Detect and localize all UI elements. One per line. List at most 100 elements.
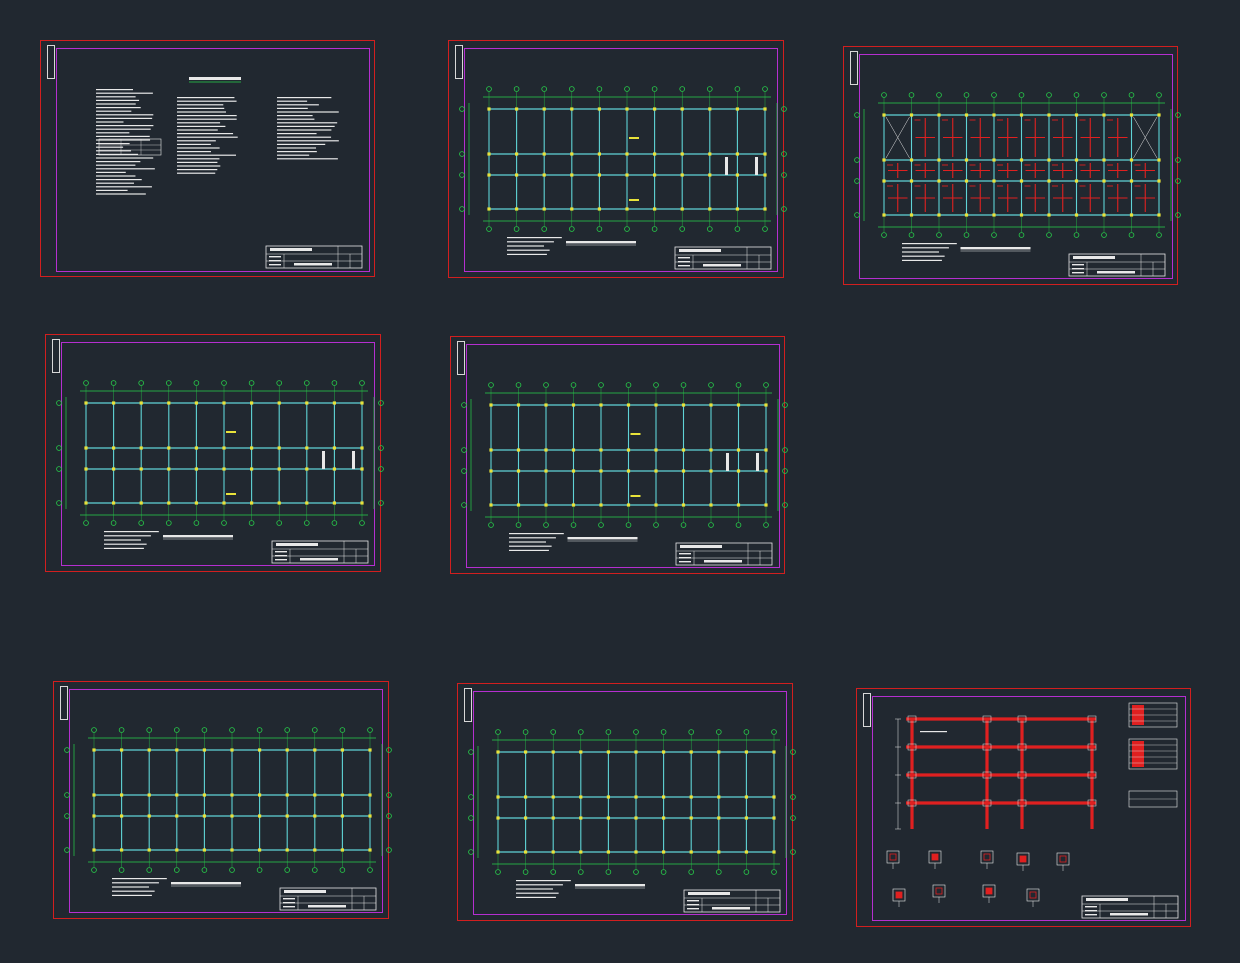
axis-bubble (854, 157, 860, 163)
axis-bubble (1128, 232, 1135, 238)
note-line (96, 186, 152, 188)
note-line (96, 193, 146, 195)
axis-bubble (221, 520, 227, 526)
column (709, 403, 713, 407)
drawing-sheet-plan-7[interactable] (457, 683, 796, 921)
note-line (277, 140, 339, 142)
column (139, 446, 143, 450)
axis-bubble (83, 520, 89, 526)
note-line (96, 182, 134, 184)
axis-bubble (248, 380, 255, 386)
column (1074, 158, 1079, 162)
column (764, 469, 768, 473)
axis-bubble (513, 86, 520, 92)
axis-bubble (1046, 92, 1052, 98)
column (222, 446, 226, 450)
column (167, 446, 171, 450)
column (882, 213, 886, 217)
drawing-sheet-notes[interactable] (40, 40, 375, 277)
column (606, 750, 610, 754)
drawing-sheet-plan-2[interactable] (448, 40, 787, 278)
column (120, 814, 124, 818)
column (194, 467, 198, 471)
drawing-sheet-plan-3[interactable] (843, 46, 1181, 285)
axis-bubble (708, 522, 714, 528)
axis-bubble (688, 869, 695, 875)
column (515, 207, 519, 211)
axis-bubble (229, 867, 235, 873)
column (882, 113, 886, 117)
column (222, 467, 226, 471)
column (516, 503, 521, 507)
column (937, 213, 941, 217)
note-line (112, 890, 155, 892)
drawing-sheet-plan-5[interactable] (450, 336, 788, 574)
column (570, 207, 574, 211)
axis-bubble (688, 729, 695, 735)
column (708, 173, 712, 177)
column (599, 448, 603, 452)
axis-bubble (118, 867, 125, 873)
axis-bubble (378, 466, 384, 472)
column (689, 816, 693, 820)
title-block-name (680, 545, 722, 548)
drawing-sheet-plan-4[interactable] (45, 334, 384, 572)
column (551, 795, 555, 799)
column (653, 207, 657, 211)
axis-bubble (991, 232, 997, 238)
column (992, 113, 996, 117)
note-line (96, 150, 132, 152)
note-line (96, 139, 151, 141)
column (230, 814, 234, 818)
axis-bubble (1073, 232, 1080, 238)
axis-bubble (138, 380, 144, 386)
column (340, 848, 344, 852)
drawing-sheet-frame-elevation[interactable] (856, 688, 1191, 927)
axis-bubble (743, 869, 750, 875)
stair-detail (322, 451, 325, 469)
cad-workspace[interactable] (0, 0, 1240, 963)
column (258, 793, 262, 797)
stair-detail (726, 453, 729, 471)
axis-bubble (495, 729, 501, 735)
axis-bubble (715, 869, 722, 875)
axis-bubble (624, 86, 630, 92)
drawing-sheet-plan-6[interactable] (53, 681, 392, 919)
column (708, 152, 712, 156)
axis-bubble (331, 380, 338, 386)
title-block-drawing-no (1097, 271, 1135, 274)
note-line (177, 158, 220, 160)
column (634, 750, 638, 754)
axis-bubble (229, 727, 235, 733)
column (709, 448, 713, 452)
axis-bubble (569, 226, 575, 232)
notes-column-3 (277, 97, 339, 160)
note-line (277, 143, 326, 145)
column (542, 152, 546, 156)
stair-detail (352, 451, 355, 469)
axis-bubble (625, 382, 632, 388)
section-detail (1056, 852, 1070, 866)
note-line (902, 259, 942, 261)
column (626, 469, 631, 473)
column (112, 446, 116, 450)
axis-bubble (991, 92, 997, 98)
axis-bubble (110, 380, 117, 386)
column (606, 795, 610, 799)
note-line (902, 247, 949, 249)
axis-bubble (468, 849, 474, 855)
note-line (177, 161, 218, 163)
axis-bubble (1128, 92, 1135, 98)
title-block-name (679, 249, 721, 252)
axis-bubble (781, 106, 787, 112)
column (992, 213, 996, 217)
axis-bubble (782, 468, 788, 474)
note-line (112, 882, 159, 884)
column (496, 850, 500, 854)
column (1157, 179, 1161, 183)
column (305, 446, 309, 450)
note-line (177, 122, 221, 124)
column (606, 816, 610, 820)
column (579, 850, 583, 854)
beam-label (226, 493, 236, 495)
